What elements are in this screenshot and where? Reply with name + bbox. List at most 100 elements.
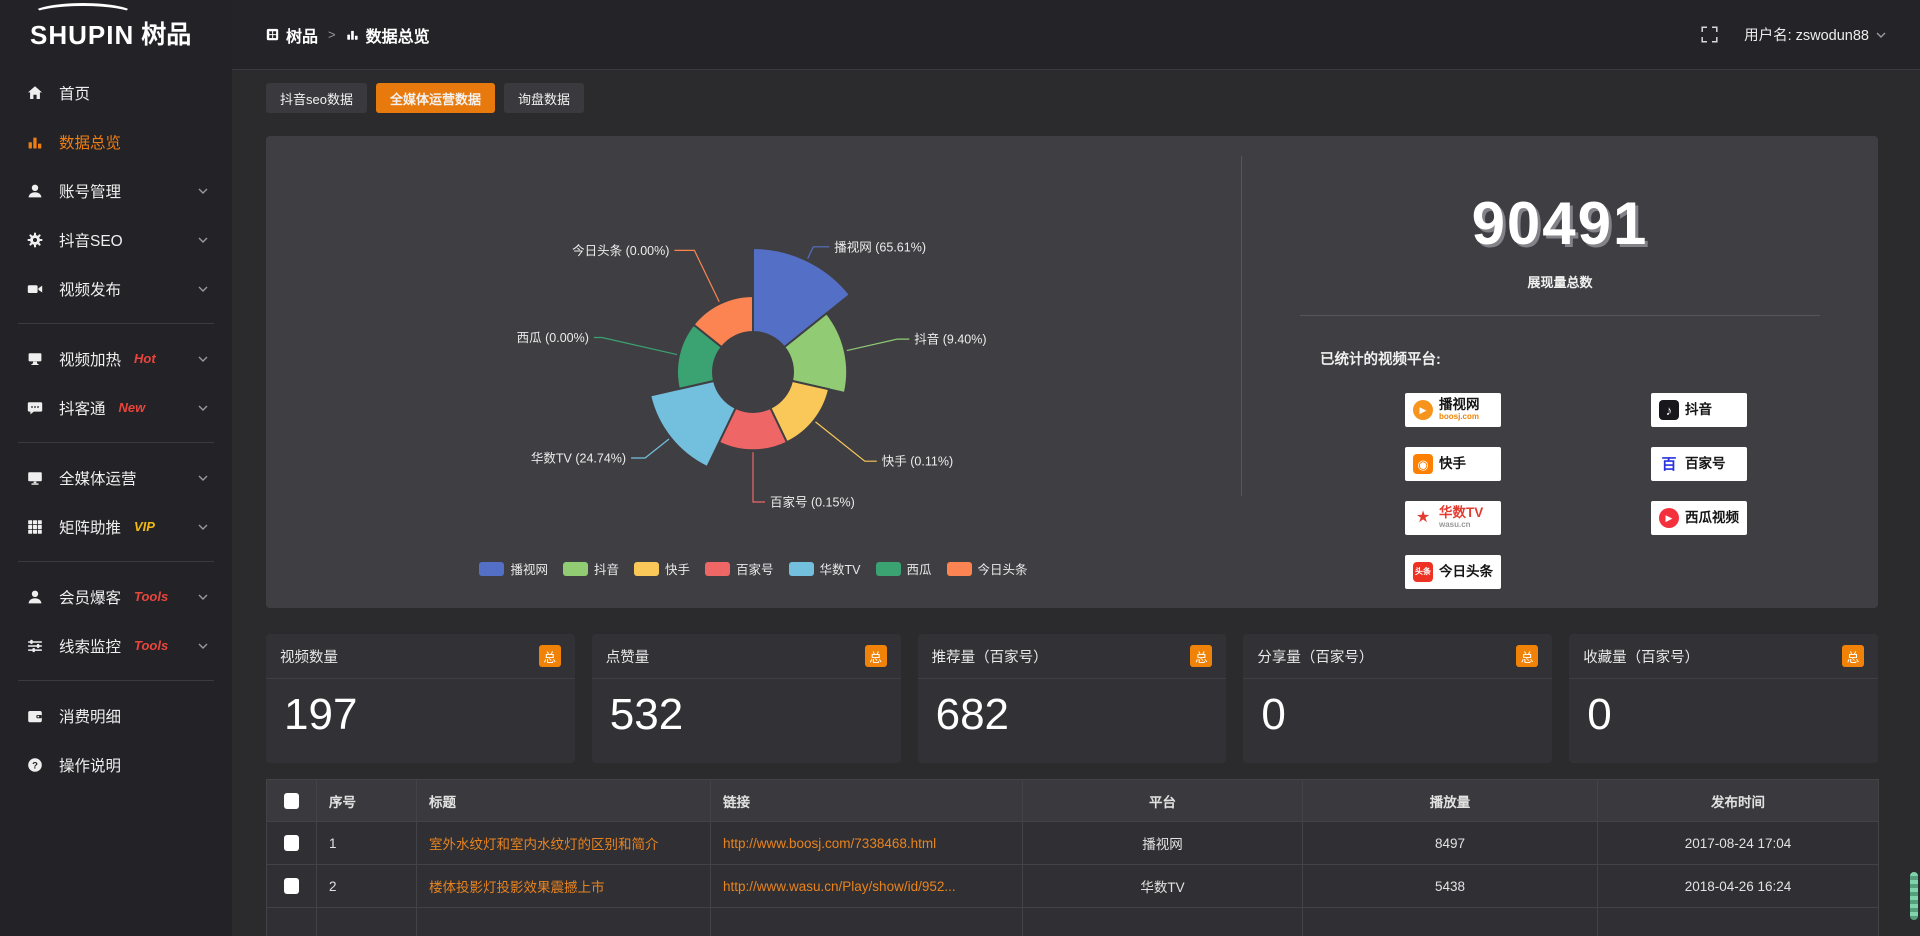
tab-0[interactable]: 抖音seo数据 (266, 83, 367, 113)
topbar: 树品 > 数据总览 用户名: zswodun88 (232, 0, 1920, 70)
sidebar-item-label: 抖客通 (59, 397, 106, 419)
sidebar-item-user[interactable]: 账号管理 (0, 166, 232, 215)
column-header-1: 标题 (417, 780, 711, 822)
row-checkbox-cell (267, 865, 317, 908)
stat-card-4: 收藏量（百家号） 总 0 (1569, 634, 1878, 763)
member-icon (26, 589, 44, 605)
chevron-down-icon (1876, 32, 1886, 38)
stat-card-title: 推荐量（百家号） (932, 646, 1048, 667)
sidebar-item-heat[interactable]: 视频加热Hot (0, 334, 232, 383)
sidebar-item-bar-chart[interactable]: 数据总览 (0, 117, 232, 166)
sidebar-item-wallet[interactable]: 消费明细 (0, 691, 232, 740)
sidebar-item-help[interactable]: ? 操作说明 (0, 740, 232, 789)
platform-badge-2: ◉ 快手 (1405, 447, 1501, 481)
row-views: 8497 (1303, 822, 1598, 865)
pie-label: 抖音 (9.40%) (914, 332, 986, 347)
legend-item-2[interactable]: 快手 (634, 559, 690, 578)
sidebar-item-gear[interactable]: 抖音SEO (0, 215, 232, 264)
row-views: 5438 (1303, 865, 1598, 908)
sidebar-item-video[interactable]: 视频发布 (0, 264, 232, 313)
sidebar-item-grid[interactable]: 矩阵助推VIP (0, 502, 232, 551)
sidebar-item-label: 账号管理 (59, 180, 121, 202)
legend-item-4[interactable]: 华数TV (789, 559, 861, 578)
chevron-down-icon (198, 356, 208, 362)
sliders-icon (26, 638, 44, 654)
chevron-down-icon (198, 524, 208, 530)
sidebar-item-label: 操作说明 (59, 754, 121, 776)
pie-label: 西瓜 (0.00%) (517, 331, 589, 345)
empty-cell (417, 908, 711, 936)
stat-card-value: 532 (592, 679, 901, 763)
videos-table-wrap: 序号标题链接平台播放量发布时间1室外水纹灯和室内水纹灯的区别和简介http://… (266, 779, 1878, 936)
kuaishou-icon: ◉ (1413, 454, 1433, 474)
wallet-icon (26, 708, 44, 724)
legend-label: 抖音 (594, 559, 619, 578)
breadcrumb-item-current[interactable]: 数据总览 (346, 23, 430, 47)
stat-card-title: 分享量（百家号） (1257, 646, 1373, 667)
stat-card-title: 视频数量 (280, 646, 338, 667)
sidebar-menu: 首页数据总览账号管理抖音SEO 视频发布视频加热Hot抖客通New 全媒体运营矩阵助… (0, 54, 232, 789)
total-badge: 总 (1842, 645, 1864, 667)
sidebar-item-label: 抖音SEO (59, 229, 123, 251)
row-checkbox[interactable] (284, 878, 299, 894)
sidebar-item-label: 全媒体运营 (59, 467, 137, 489)
legend-label: 播视网 (510, 559, 548, 578)
sidebar-divider (18, 442, 214, 443)
sidebar-item-sliders[interactable]: 线索监控Tools (0, 621, 232, 670)
column-header-0: 序号 (317, 780, 417, 822)
stat-card-value: 0 (1569, 679, 1878, 763)
app: SHUPIN 树品 首页数据总览账号管理抖音SEO视频发布视频加热Hot抖客通N… (0, 0, 1920, 936)
row-url-link[interactable]: http://www.wasu.cn/Play/show/id/952... (711, 865, 1023, 908)
scrollbar-thumb[interactable] (1910, 872, 1918, 920)
row-url-link[interactable]: http://www.boosj.com/7338468.html (711, 822, 1023, 865)
chevron-down-icon (198, 643, 208, 649)
breadcrumb: 树品 > 数据总览 (266, 23, 430, 47)
legend-item-1[interactable]: 抖音 (563, 559, 619, 578)
platforms-title: 已统计的视频平台: (1320, 348, 1441, 369)
sidebar-item-home[interactable]: 首页 (0, 68, 232, 117)
sidebar-item-chat[interactable]: 抖客通New (0, 383, 232, 432)
sidebar-item-label: 会员爆客 (59, 586, 121, 608)
stat-card-title: 收藏量（百家号） (1583, 646, 1699, 667)
platform-subtext: wasu.cn (1439, 521, 1483, 530)
monitor-icon (26, 470, 44, 486)
header-checkbox-cell (267, 780, 317, 822)
platform-name: 西瓜视频 (1685, 511, 1739, 526)
row-checkbox[interactable] (284, 835, 299, 851)
breadcrumb-label: 数据总览 (366, 23, 430, 47)
sidebar-item-label: 线索监控 (59, 635, 121, 657)
sidebar-item-monitor[interactable]: 全媒体运营 (0, 453, 232, 502)
legend-label: 西瓜 (907, 559, 932, 578)
sidebar-item-member[interactable]: 会员爆客Tools (0, 572, 232, 621)
svg-text:?: ? (32, 760, 38, 771)
stat-card-header: 点赞量总 (592, 634, 901, 679)
row-title-link[interactable]: 室外水纹灯和室内水纹灯的区别和简介 (417, 822, 711, 865)
platform-badges: ▶播视网boosj.com♪抖音◉快手百百家号★华数TVwasu.cn▶西瓜视频… (1405, 393, 1747, 589)
fullscreen-icon[interactable] (1701, 26, 1718, 43)
username-menu[interactable]: 用户名: zswodun88 (1744, 24, 1886, 45)
pie-label-line (674, 250, 719, 301)
stat-card-header: 推荐量（百家号）总 (918, 634, 1227, 679)
legend-item-6[interactable]: 今日头条 (947, 559, 1028, 578)
platform-name-text: 快手 (1439, 457, 1466, 472)
select-all-checkbox[interactable] (284, 793, 299, 809)
main-column: 树品 > 数据总览 用户名: zswodun88 抖音seo数据全媒体运营数据询… (232, 0, 1920, 936)
tab-1[interactable]: 全媒体运营数据 (376, 83, 495, 113)
legend-label: 快手 (665, 559, 690, 578)
username-label: 用户名: zswodun88 (1744, 24, 1869, 45)
pie-svg-wrap: 播视网 (65.61%)抖音 (9.40%)快手 (0.11%)百家号 (0.1… (266, 136, 1241, 608)
pie-label-line (594, 338, 677, 355)
rose-pie-chart: 播视网 (65.61%)抖音 (9.40%)快手 (0.11%)百家号 (0.1… (266, 136, 1241, 608)
tab-2[interactable]: 询盘数据 (504, 83, 584, 113)
pie-slice-4[interactable] (650, 381, 735, 467)
pie-label: 华数TV (24.74%) (531, 451, 626, 466)
legend-item-0[interactable]: 播视网 (479, 559, 548, 578)
platform-badge-5: ▶西瓜视频 (1651, 501, 1747, 535)
legend-item-3[interactable]: 百家号 (705, 559, 774, 578)
breadcrumb-item-home[interactable]: 树品 (266, 23, 318, 47)
user-zone: 用户名: zswodun88 (1701, 24, 1886, 45)
legend-item-5[interactable]: 西瓜 (876, 559, 932, 578)
tab-bar: 抖音seo数据全媒体运营数据询盘数据 (266, 83, 1878, 113)
row-title-link[interactable]: 楼体投影灯投影效果震撼上市 (417, 865, 711, 908)
row-publish-time: 2017-08-24 17:04 (1598, 822, 1879, 865)
